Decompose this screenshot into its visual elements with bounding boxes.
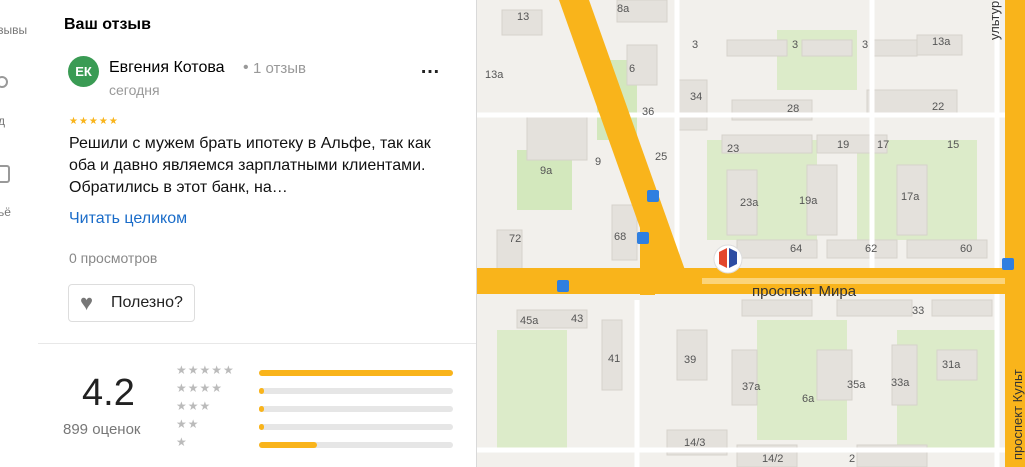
author-name[interactable]: Евгения Котова xyxy=(109,59,225,77)
house-number-label: 64 xyxy=(790,243,802,255)
divider xyxy=(38,343,476,344)
star-icon: ★★★★ xyxy=(176,381,224,395)
house-number-label: 17 xyxy=(877,139,889,151)
house-number-label: 13а xyxy=(932,36,951,48)
bag-icon[interactable] xyxy=(0,165,10,183)
map-canvas[interactable]: 138а3 3 3 13а613а363428 222523 19 1799а1519а 17… xyxy=(477,0,1025,467)
house-number-label: 35а xyxy=(847,379,866,391)
rating-row-1[interactable]: ★ xyxy=(176,435,456,452)
house-number-label: 22 xyxy=(932,101,944,113)
house-number-label: 41 xyxy=(608,353,620,365)
house-number-label: 6а xyxy=(802,393,815,405)
avatar[interactable]: ЕК xyxy=(68,56,99,87)
star-icon: ★★★★★ xyxy=(176,363,235,377)
rating-bar-track xyxy=(259,388,453,394)
house-number-label: 15 xyxy=(947,139,959,151)
house-number-label: 33а xyxy=(891,377,910,389)
house-number-label: 14/2 xyxy=(762,453,783,465)
rating-bar-fill xyxy=(259,370,453,376)
rail-item-label-3[interactable]: ьё xyxy=(0,205,38,219)
heart-icon: ♥ xyxy=(80,290,94,315)
street-label-mira: проспект Мира xyxy=(752,283,857,300)
views-count: 0 просмотров xyxy=(69,250,158,266)
star-icon: ★★★ xyxy=(176,399,212,413)
rating-row-4[interactable]: ★★★★ xyxy=(176,381,456,398)
house-number-label: 6 xyxy=(629,63,635,75)
house-number-label: 23а xyxy=(740,197,759,209)
review-rating-stars: ★★★★★ xyxy=(69,116,119,127)
useful-button[interactable]: ♥ Полезно? xyxy=(68,284,195,322)
house-number-label: 13 xyxy=(517,11,529,23)
rating-row-3[interactable]: ★★★ xyxy=(176,399,456,416)
house-number-label: 23 xyxy=(727,143,739,155)
rating-bar-track xyxy=(259,370,453,376)
house-number-label: 33 xyxy=(912,305,924,317)
review-text: Решили с мужем брать ипотеку в Альфе, та… xyxy=(69,135,431,196)
house-number-label: 39 xyxy=(684,354,696,366)
rating-bar-track xyxy=(259,406,453,412)
house-number-label: 25 xyxy=(655,151,667,163)
rail-item-label-2[interactable]: д xyxy=(0,114,38,128)
house-number-label: 43 xyxy=(571,313,583,325)
rating-bar-fill xyxy=(259,424,264,430)
house-number-label: 14/3 xyxy=(684,437,705,449)
house-number-label: 17а xyxy=(901,191,920,203)
house-number-label: 8а xyxy=(617,3,630,15)
star-icon: ★★ xyxy=(176,417,200,431)
house-number-label: 3 xyxy=(692,39,698,51)
more-options-icon[interactable]: … xyxy=(420,57,448,86)
side-rail: зывы д ьё xyxy=(0,0,39,467)
house-number-label: 9 xyxy=(595,156,601,168)
rating-row-5[interactable]: ★★★★★ xyxy=(176,363,456,380)
house-number-label: 3 xyxy=(792,39,798,51)
rail-item-reviews[interactable]: зывы xyxy=(0,23,38,37)
house-number-label: 19а xyxy=(799,195,818,207)
house-number-label: 62 xyxy=(865,243,877,255)
ratings-count: 899 оценок xyxy=(63,421,141,438)
star-icon: ★ xyxy=(176,435,188,449)
average-rating: 4.2 xyxy=(82,372,135,414)
author-review-count: 1 отзыв xyxy=(253,60,307,77)
section-title: Ваш отзыв xyxy=(64,16,151,33)
house-number-label: 60 xyxy=(960,243,972,255)
map-view[interactable]: 13 8а 3 3 3 13а 6 13а 36 34 28 22 25 23 19 17 9 9а 15 19а 17… xyxy=(477,0,1025,467)
street-label-kultury-top: ультуры xyxy=(987,0,1002,40)
house-number-label: 19 xyxy=(837,139,849,151)
house-number-label: 9а xyxy=(540,165,553,177)
house-number-label: 72 xyxy=(509,233,521,245)
rating-bar-fill xyxy=(259,388,264,394)
house-number-label: 31а xyxy=(942,359,961,371)
star-outline-icon[interactable] xyxy=(0,76,8,88)
house-number-label: 37а xyxy=(742,381,761,393)
house-number-label: 34 xyxy=(690,91,702,103)
rating-bar-track xyxy=(259,442,453,448)
rating-bar-fill xyxy=(259,406,264,412)
street-label-kultury-side: проспект Культ xyxy=(1010,369,1025,460)
house-number-label: 68 xyxy=(614,231,626,243)
house-number-label: 2 xyxy=(849,453,855,465)
review-date: сегодня xyxy=(109,82,160,98)
rating-row-2[interactable]: ★★ xyxy=(176,417,456,434)
house-number-label: 13а xyxy=(485,69,504,81)
house-number-label: 36 xyxy=(642,106,654,118)
rating-bar-track xyxy=(259,424,453,430)
house-number-label: 3 xyxy=(862,39,868,51)
rating-bar-fill xyxy=(259,442,318,448)
useful-label: Полезно? xyxy=(111,294,183,311)
house-number-label: 45а xyxy=(520,315,539,327)
house-number-label: 28 xyxy=(787,103,799,115)
meta-separator: • xyxy=(243,59,249,76)
read-more-link[interactable]: Читать целиком xyxy=(69,210,187,228)
